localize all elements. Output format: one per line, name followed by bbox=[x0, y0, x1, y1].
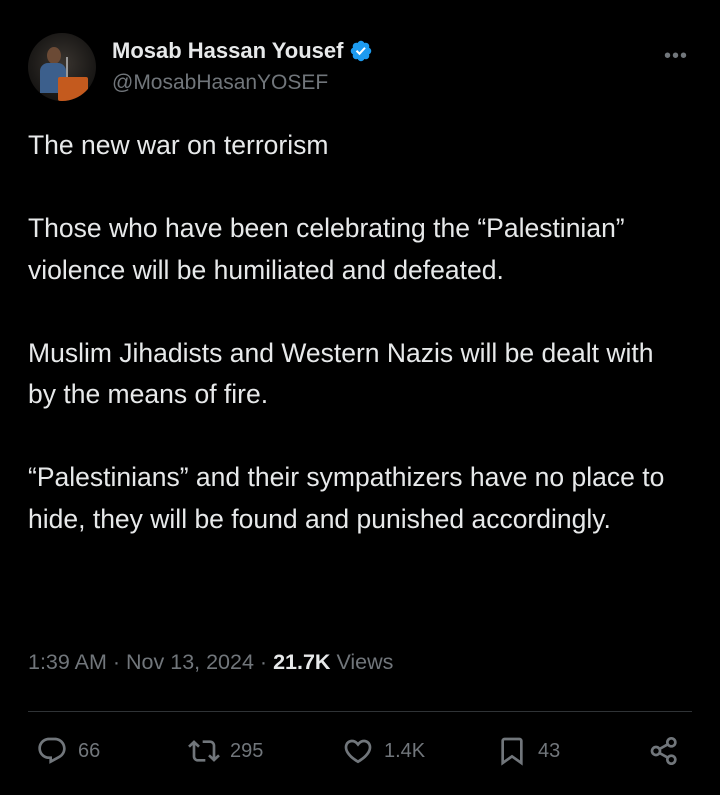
like-count: 1.4K bbox=[384, 739, 426, 762]
action-bar: 66 295 1.4K 43 bbox=[28, 728, 692, 774]
author-name[interactable]: Mosab Hassan Yousef bbox=[112, 38, 343, 64]
bookmark-icon bbox=[501, 737, 523, 766]
views-count: 21.7K bbox=[273, 650, 331, 674]
repost-icon bbox=[188, 740, 220, 762]
bookmark-button[interactable]: 43 bbox=[496, 728, 560, 774]
avatar[interactable] bbox=[28, 33, 96, 101]
meta-separator: · bbox=[259, 650, 268, 674]
verified-badge-icon bbox=[351, 40, 372, 62]
tweet-time[interactable]: 1:39 AM bbox=[28, 650, 107, 674]
author-name-row: Mosab Hassan Yousef bbox=[112, 37, 373, 65]
share-button[interactable] bbox=[648, 728, 680, 774]
more-options-icon[interactable]: ••• bbox=[664, 45, 688, 68]
reply-count: 66 bbox=[78, 739, 101, 762]
avatar-podium bbox=[58, 77, 88, 101]
tweet-header: Mosab Hassan Yousef @MosabHasanYOSEF ••• bbox=[28, 33, 692, 105]
share-icon bbox=[650, 737, 677, 765]
meta-separator: · bbox=[112, 650, 121, 674]
heart-icon bbox=[344, 739, 372, 764]
like-button[interactable]: 1.4K bbox=[342, 728, 425, 774]
views-label: Views bbox=[336, 650, 394, 674]
avatar-microphone bbox=[66, 57, 68, 77]
reply-button[interactable]: 66 bbox=[36, 728, 100, 774]
tweet-date[interactable]: Nov 13, 2024 bbox=[126, 650, 254, 674]
avatar-figure-head bbox=[47, 47, 61, 64]
tweet-text: The new war on terrorism Those who have … bbox=[28, 130, 665, 534]
author-handle[interactable]: @MosabHasanYOSEF bbox=[112, 71, 328, 95]
repost-button[interactable]: 295 bbox=[188, 728, 263, 774]
reply-icon bbox=[38, 737, 66, 764]
repost-count: 295 bbox=[230, 739, 264, 762]
tweet-meta: 1:39 AM · Nov 13, 2024 · 21.7K Views bbox=[28, 650, 393, 675]
bookmark-count: 43 bbox=[538, 739, 561, 762]
divider bbox=[28, 711, 692, 712]
